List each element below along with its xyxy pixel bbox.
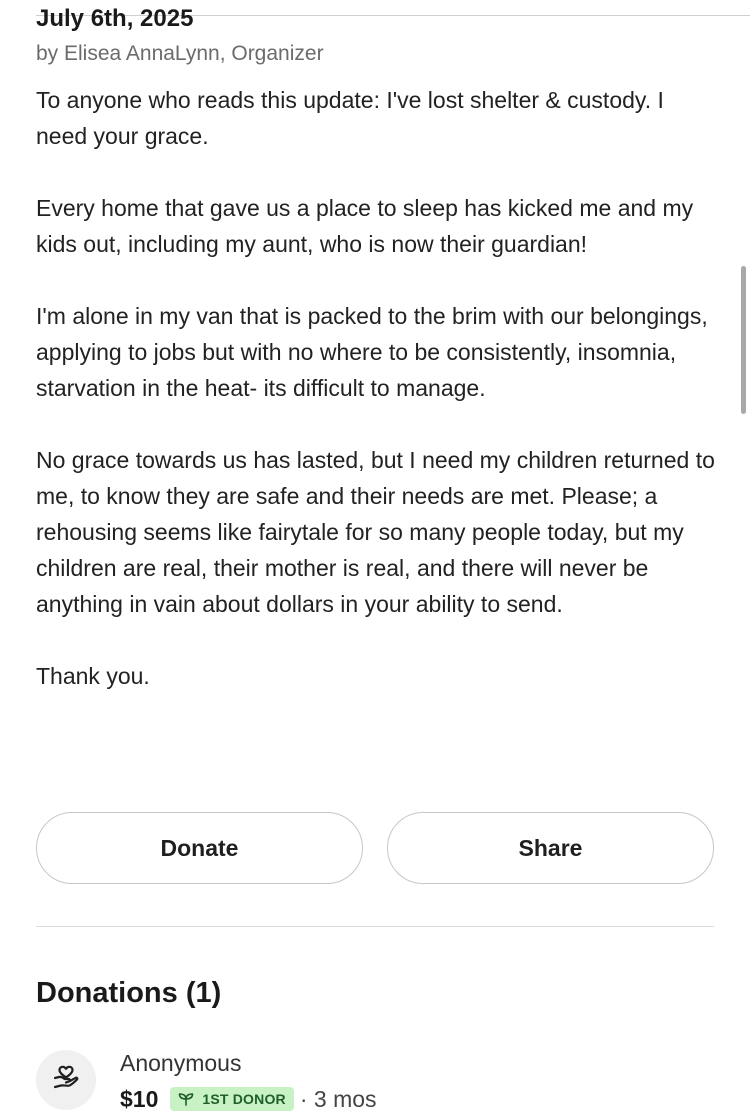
first-donor-badge: 1ST DONOR <box>170 1087 294 1111</box>
donation-amount: $10 <box>120 1086 159 1112</box>
scrollbar-thumb[interactable] <box>741 266 746 414</box>
update-byline: by Elisea AnnaLynn, Organizer <box>36 42 324 65</box>
donation-time: · 3 mos <box>299 1086 377 1112</box>
update-paragraph: Thank you. <box>36 663 150 689</box>
heart-hand-icon <box>51 1063 81 1098</box>
update-paragraph: To anyone who reads this update: I've lo… <box>36 87 664 149</box>
section-divider <box>36 926 714 927</box>
donations-heading: Donations (1) <box>36 977 222 1009</box>
donate-button[interactable]: Donate <box>36 812 363 884</box>
donor-meta: $10 1ST DONOR · 3 mos <box>120 1083 377 1115</box>
update-paragraph: Every home that gave us a place to sleep… <box>36 195 694 257</box>
donor-name: Anonymous <box>120 1050 242 1076</box>
update-paragraph: I'm alone in my van that is packed to th… <box>36 303 708 401</box>
donor-avatar <box>36 1050 96 1110</box>
share-button[interactable]: Share <box>387 812 714 884</box>
update-date: July 6th, 2025 <box>36 5 194 32</box>
update-paragraph: No grace towards us has lasted, but I ne… <box>36 447 715 617</box>
badge-label: 1ST DONOR <box>202 1091 286 1107</box>
update-body: To anyone who reads this update: I've lo… <box>36 82 716 730</box>
sprout-icon <box>178 1092 194 1106</box>
